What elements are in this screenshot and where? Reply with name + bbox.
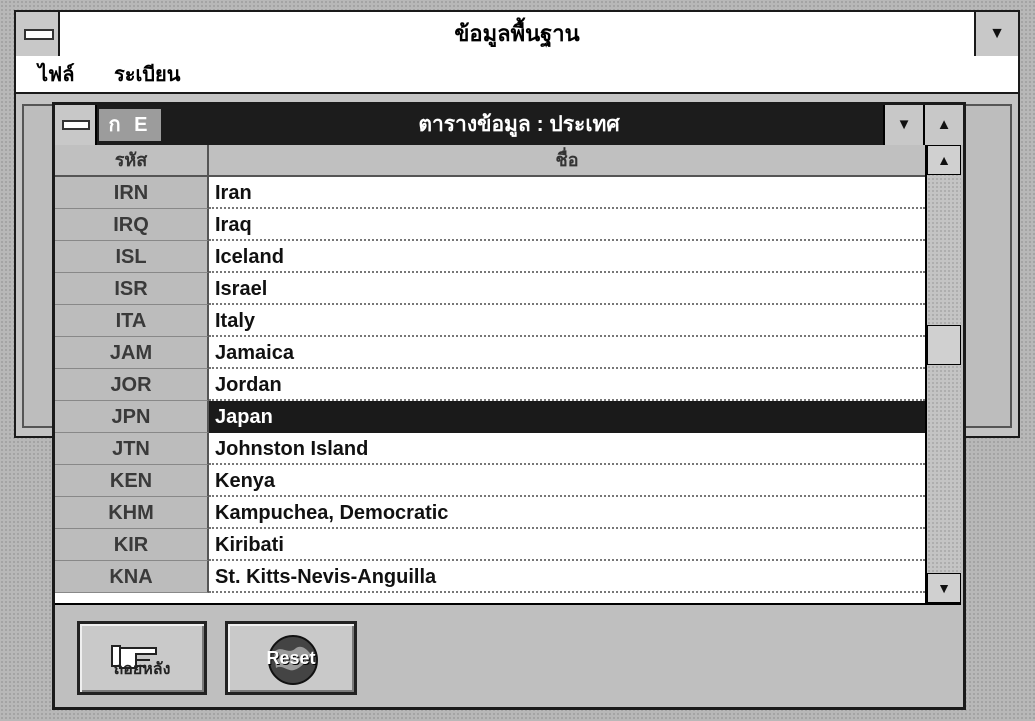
table-row[interactable]: JOR Jordan (55, 369, 925, 401)
table-row[interactable]: ISL Iceland (55, 241, 925, 273)
main-window-title: ข้อมูลพื้นฐาน (454, 21, 580, 46)
system-menu-icon (62, 120, 90, 130)
country-table-window: ก E ตารางข้อมูล : ประเทศ ▼ ▲ รหัส ชื่อ I… (52, 102, 966, 710)
country-code-cell[interactable]: ITA (55, 305, 209, 337)
table-body: IRN Iran IRQ Iraq ISL Iceland ISR Israel ITA Ital… (55, 177, 925, 603)
table-row[interactable]: IRN Iran (55, 177, 925, 209)
reset-button-label: Reset (266, 648, 316, 668)
child-minimize-button[interactable]: ▼ (883, 105, 923, 145)
column-header-name[interactable]: ชื่อ (209, 145, 925, 175)
country-code-cell[interactable]: ISR (55, 273, 209, 305)
country-code-cell[interactable]: KEN (55, 465, 209, 497)
country-name-cell[interactable]: Iran (209, 177, 925, 209)
country-code-cell[interactable]: KHM (55, 497, 209, 529)
table-row[interactable]: ISR Israel (55, 273, 925, 305)
country-name-cell[interactable]: Iraq (209, 209, 925, 241)
child-title-bar[interactable]: ก E ตารางข้อมูล : ประเทศ ▼ ▲ (55, 105, 963, 145)
country-code-cell[interactable]: IRN (55, 177, 209, 209)
child-window-title: ตารางข้อมูล : ประเทศ (418, 113, 620, 136)
scroll-up-button[interactable]: ▲ (927, 145, 961, 175)
table-row[interactable]: JTN Johnston Island (55, 433, 925, 465)
country-name-cell[interactable]: Israel (209, 273, 925, 305)
country-name-cell[interactable]: Japan (209, 401, 925, 433)
menu-bar: ไฟล์ ระเบียน (16, 58, 1018, 94)
child-system-menu-button[interactable] (55, 105, 97, 145)
main-title-bar[interactable]: ข้อมูลพื้นฐาน ▼ (16, 12, 1018, 60)
menu-record[interactable]: ระเบียน (114, 58, 180, 92)
country-code-cell[interactable]: KNA (55, 561, 209, 593)
country-name-cell[interactable]: St. Kitts-Nevis-Anguilla (209, 561, 925, 593)
country-code-cell[interactable]: KIR (55, 529, 209, 561)
table-row[interactable]: IRQ Iraq (55, 209, 925, 241)
country-code-cell[interactable]: JAM (55, 337, 209, 369)
system-menu-icon (24, 29, 54, 40)
country-name-cell[interactable]: Italy (209, 305, 925, 337)
table-row[interactable]: KNA St. Kitts-Nevis-Anguilla (55, 561, 925, 593)
country-code-cell[interactable]: JOR (55, 369, 209, 401)
system-menu-button[interactable] (16, 12, 60, 56)
table-row[interactable]: KHM Kampuchea, Democratic (55, 497, 925, 529)
table-row[interactable]: JAM Jamaica (55, 337, 925, 369)
child-maximize-button[interactable]: ▲ (923, 105, 963, 145)
scroll-down-button[interactable]: ▼ (927, 573, 961, 603)
table-row[interactable]: KIR Kiribati (55, 529, 925, 561)
country-code-cell[interactable]: IRQ (55, 209, 209, 241)
table-header: รหัส ชื่อ (55, 145, 925, 177)
country-name-cell[interactable]: Johnston Island (209, 433, 925, 465)
country-code-cell[interactable]: ISL (55, 241, 209, 273)
country-code-cell[interactable]: JTN (55, 433, 209, 465)
reset-button[interactable]: Reset (225, 621, 357, 695)
table-row[interactable]: ITA Italy (55, 305, 925, 337)
country-name-cell[interactable]: Kenya (209, 465, 925, 497)
country-name-cell[interactable]: Jamaica (209, 337, 925, 369)
back-button[interactable]: ถอยหลัง (77, 621, 207, 695)
vertical-scrollbar[interactable]: ▲ ▼ (925, 145, 961, 603)
country-name-cell[interactable]: Iceland (209, 241, 925, 273)
table-row[interactable]: JPN Japan (55, 401, 925, 433)
minimize-button[interactable]: ▼ (974, 12, 1018, 56)
country-table: รหัส ชื่อ IRN Iran IRQ Iraq ISL Iceland ISR Isr… (55, 145, 961, 605)
scroll-thumb[interactable] (927, 325, 961, 365)
menu-file[interactable]: ไฟล์ (38, 58, 74, 92)
country-name-cell[interactable]: Kiribati (209, 529, 925, 561)
column-header-code[interactable]: รหัส (55, 145, 209, 175)
country-name-cell[interactable]: Kampuchea, Democratic (209, 497, 925, 529)
country-name-cell[interactable]: Jordan (209, 369, 925, 401)
child-title-icons: ก E (99, 109, 161, 141)
country-code-cell[interactable]: JPN (55, 401, 209, 433)
table-row[interactable]: KEN Kenya (55, 465, 925, 497)
back-button-label: ถอยหลัง (113, 661, 171, 678)
